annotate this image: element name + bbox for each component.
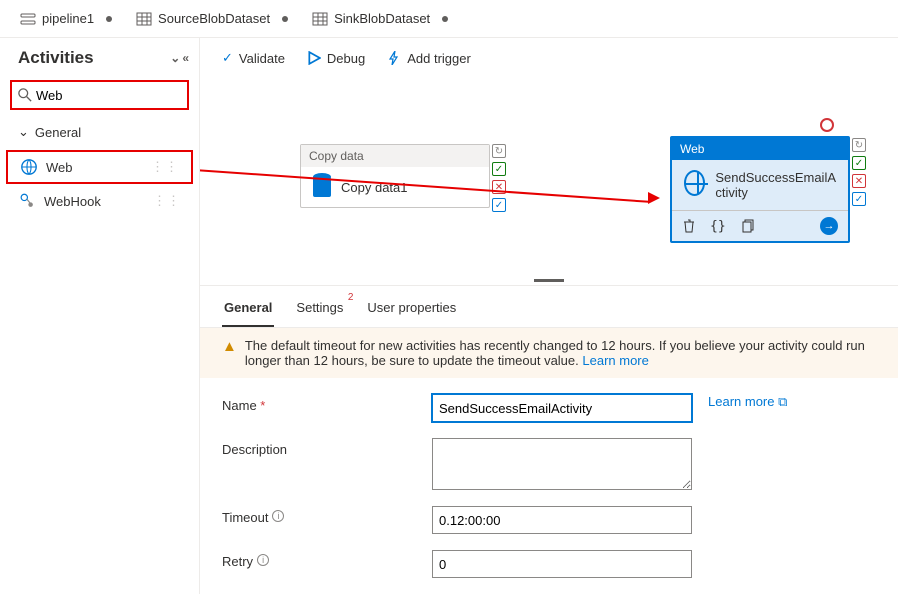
tab-label: User properties	[367, 300, 456, 315]
tab-general[interactable]: General	[222, 290, 274, 327]
port-completion-icon[interactable]: ✓	[492, 198, 506, 212]
add-trigger-button[interactable]: Add trigger	[387, 51, 471, 66]
check-icon: ✓	[222, 50, 233, 66]
pipeline-canvas[interactable]: Copy data Copy data1 ↻ ✓ ✕ ✓ Web SendSuc…	[200, 78, 898, 275]
chevron-down-icon: ⌄	[18, 124, 29, 140]
validate-label: Validate	[239, 51, 285, 66]
warning-text: The default timeout for new activities h…	[245, 338, 865, 368]
copy-data-ports: ↻ ✓ ✕ ✓	[492, 144, 506, 212]
activity-details-pane: General Settings 2 User properties ▲ The…	[200, 285, 898, 594]
activity-label: WebHook	[44, 194, 101, 209]
timeout-input[interactable]	[432, 506, 692, 534]
tab-user-properties[interactable]: User properties	[365, 290, 458, 327]
retry-field-label: Retryi	[222, 550, 432, 569]
dataset-icon	[136, 11, 152, 27]
activity-webhook[interactable]: WebHook ⋮⋮	[6, 186, 193, 216]
port-skip-icon[interactable]: ↻	[852, 138, 866, 152]
port-completion-icon[interactable]: ✓	[852, 192, 866, 206]
info-icon[interactable]: i	[257, 554, 269, 566]
activities-sidebar: Activities ⌄ « ⌄ General Web ⋮⋮	[0, 0, 200, 594]
tab-label: General	[224, 300, 272, 315]
activity-search-input[interactable]	[36, 88, 181, 103]
port-success-icon[interactable]: ✓	[492, 162, 506, 176]
activity-name-input[interactable]	[432, 394, 692, 422]
settings-error-count: 2	[348, 292, 354, 303]
editor-tabs: pipeline1 SourceBlobDataset SinkBlobData…	[0, 0, 898, 38]
tab-settings[interactable]: Settings 2	[294, 290, 345, 327]
activity-type-label: Copy data	[301, 145, 489, 167]
activities-title: Activities	[18, 48, 94, 68]
activity-web[interactable]: Web ⋮⋮	[6, 150, 193, 184]
debug-label: Debug	[327, 51, 365, 66]
tab-label: Settings	[296, 300, 343, 315]
external-link-icon: ⧉	[778, 394, 787, 409]
info-icon[interactable]: i	[272, 510, 284, 522]
drag-handle-icon: ⋮⋮	[153, 193, 181, 209]
activity-name: SendSuccessEmailActivity	[715, 170, 836, 200]
tab-label: SinkBlobDataset	[334, 11, 430, 26]
collapse-panel-icon[interactable]: «	[182, 51, 189, 65]
drag-handle-icon: ⋮⋮	[151, 159, 179, 175]
retry-input[interactable]	[432, 550, 692, 578]
search-icon	[18, 88, 32, 102]
description-field-label: Description	[222, 438, 432, 457]
globe-icon	[20, 158, 38, 176]
details-tabs: General Settings 2 User properties	[200, 290, 898, 328]
dirty-indicator-icon	[106, 16, 112, 22]
open-activity-icon[interactable]: →	[820, 217, 838, 235]
tab-sink-dataset[interactable]: SinkBlobDataset	[300, 0, 460, 38]
tab-pipeline1[interactable]: pipeline1	[8, 0, 124, 38]
tab-label: pipeline1	[42, 11, 94, 26]
main-pane: ✓ Validate Debug Add trigger Copy da	[200, 0, 898, 594]
delete-icon[interactable]	[682, 219, 696, 233]
pipeline-icon	[20, 11, 36, 27]
warning-learn-more-link[interactable]: Learn more	[582, 353, 648, 368]
port-success-icon[interactable]: ✓	[852, 156, 866, 170]
webhook-icon	[18, 192, 36, 210]
learn-more-link[interactable]: Learn more ⧉	[708, 394, 787, 410]
tab-label: SourceBlobDataset	[158, 11, 270, 26]
code-icon[interactable]: {}	[710, 219, 726, 234]
dataset-icon	[312, 11, 328, 27]
activity-search[interactable]	[10, 80, 189, 110]
group-general[interactable]: ⌄ General	[0, 116, 199, 148]
group-label: General	[35, 125, 81, 140]
timeout-field-label: Timeouti	[222, 506, 432, 525]
port-skip-icon[interactable]: ↻	[492, 144, 506, 158]
dirty-indicator-icon	[282, 16, 288, 22]
add-trigger-label: Add trigger	[407, 51, 471, 66]
activity-type-label: Web	[672, 138, 848, 160]
guidance-arrowhead-icon	[648, 192, 660, 204]
warning-icon: ▲	[222, 338, 237, 355]
dirty-indicator-icon	[442, 16, 448, 22]
pipeline-toolbar: ✓ Validate Debug Add trigger	[200, 38, 898, 78]
web-activity-ports: ↻ ✓ ✕ ✓	[852, 138, 866, 206]
debug-button[interactable]: Debug	[307, 51, 365, 66]
highlight-marker-icon	[820, 118, 834, 132]
name-field-label: Name *	[222, 394, 432, 413]
learn-more-label: Learn more	[708, 394, 774, 409]
activity-label: Web	[46, 160, 73, 175]
activity-toolbar: {} →	[672, 210, 848, 241]
activities-heading: Activities ⌄ «	[0, 42, 199, 74]
copy-data-activity[interactable]: Copy data Copy data1	[300, 144, 490, 208]
web-activity[interactable]: Web SendSuccessEmailActivity {} →	[670, 136, 850, 243]
timeout-warning: ▲ The default timeout for new activities…	[200, 328, 898, 378]
port-failure-icon[interactable]: ✕	[852, 174, 866, 188]
lightning-icon	[387, 51, 401, 65]
pane-resizer[interactable]	[200, 275, 898, 285]
collapse-all-icon[interactable]: ⌄	[170, 51, 180, 65]
general-form: Name * Learn more ⧉ Description Timeouti	[200, 378, 898, 594]
globe-icon	[684, 170, 705, 196]
play-icon	[307, 51, 321, 65]
clone-icon[interactable]	[740, 219, 754, 233]
activity-description-input[interactable]	[432, 438, 692, 490]
validate-button[interactable]: ✓ Validate	[222, 50, 285, 66]
tab-source-dataset[interactable]: SourceBlobDataset	[124, 0, 300, 38]
